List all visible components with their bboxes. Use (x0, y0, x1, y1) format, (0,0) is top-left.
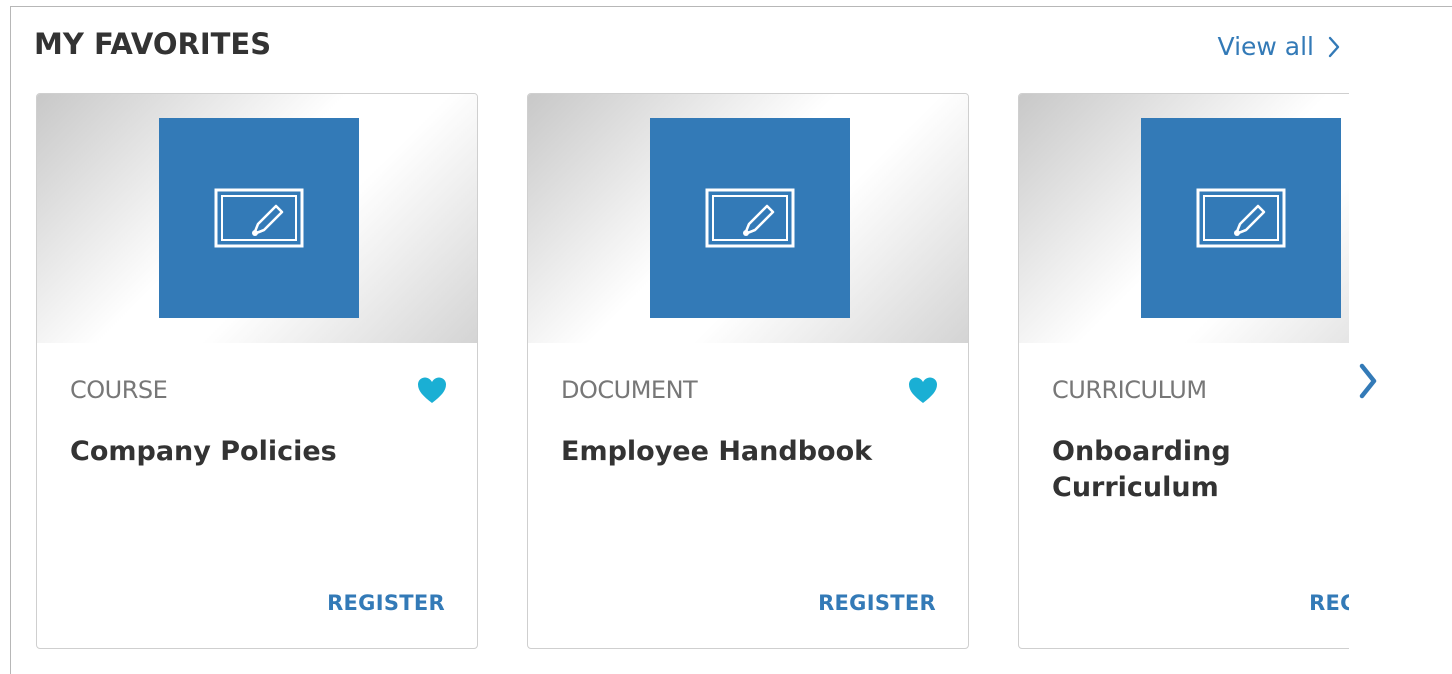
view-all-link[interactable]: View all (1218, 32, 1340, 61)
card-type-label: COURSE (70, 376, 168, 404)
card-thumbnail (1141, 118, 1341, 318)
chevron-right-icon (1328, 36, 1340, 57)
favorite-heart-icon[interactable] (417, 376, 447, 404)
card-title: Employee Handbook (561, 436, 873, 467)
favorites-carousel: COURSE Company Policies REGISTER DOCUMEN… (36, 93, 1349, 663)
card-thumbnail-area (528, 94, 968, 343)
edit-form-icon (1196, 188, 1286, 248)
view-all-label: View all (1217, 32, 1314, 61)
card-thumbnail (650, 118, 850, 318)
register-button[interactable]: REGISTER (327, 591, 445, 615)
card-thumbnail-area (1019, 94, 1349, 343)
card-thumbnail-area (37, 94, 477, 343)
card-title: Company Policies (70, 436, 337, 467)
edit-form-icon (705, 188, 795, 248)
chevron-right-icon (1359, 363, 1377, 399)
section-title: MY FAVORITES (34, 27, 272, 61)
favorites-panel: MY FAVORITES View all COURSE Company Pol… (10, 6, 1452, 674)
card-title: Onboarding Curriculum (1052, 436, 1231, 503)
favorite-card-onboarding-curriculum[interactable]: CURRICULUM Onboarding Curriculum REGISTE… (1018, 93, 1349, 649)
favorite-card-employee-handbook[interactable]: DOCUMENT Employee Handbook REGISTER (527, 93, 969, 649)
register-button[interactable]: REGISTER (818, 591, 936, 615)
carousel-next-button[interactable] (1351, 359, 1385, 403)
edit-form-icon (214, 188, 304, 248)
card-thumbnail (159, 118, 359, 318)
favorite-heart-icon[interactable] (908, 376, 938, 404)
card-type-label: DOCUMENT (561, 376, 698, 404)
card-type-label: CURRICULUM (1052, 376, 1207, 404)
favorite-card-company-policies[interactable]: COURSE Company Policies REGISTER (36, 93, 478, 649)
register-button[interactable]: REGISTER (1309, 591, 1349, 615)
